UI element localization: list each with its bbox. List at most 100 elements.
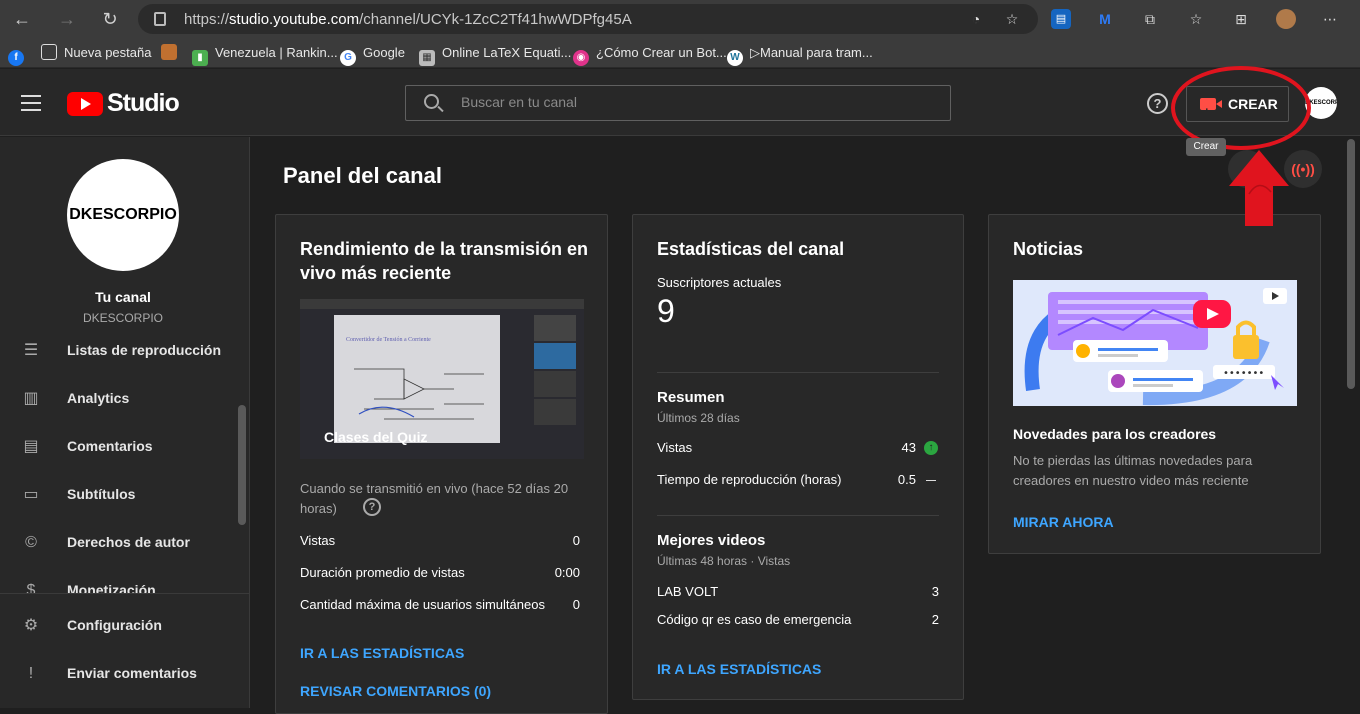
divider: [657, 515, 939, 516]
live-views-label: Vistas: [300, 533, 336, 548]
live-views-value: 0: [572, 533, 580, 548]
monetization-icon: $: [26, 582, 36, 593]
channel-stats-card: Estadísticas del canal Suscriptores actu…: [632, 214, 964, 700]
thumbnail-doc-title: Convertidor de Tensión a Corriente: [346, 337, 431, 343]
summary-views-label: Vistas: [657, 440, 693, 455]
sidebar-item-playlists[interactable]: ☰ Listas de reproducción: [0, 329, 235, 373]
live-card-title: Rendimiento de la transmisión en vivo má…: [300, 239, 589, 283]
address-bar[interactable]: https://studio.youtube.com/channel/UCYk-…: [138, 4, 1038, 34]
news-thumbnail[interactable]: •••••••: [1013, 280, 1297, 406]
more-icon[interactable]: ⋯: [1320, 9, 1340, 29]
latex-icon: ▦: [419, 50, 435, 66]
bookmark-google[interactable]: G Google: [340, 44, 405, 66]
live-peak-viewers-value: 0: [572, 597, 580, 612]
create-tooltip: Crear: [1186, 138, 1226, 156]
help-icon[interactable]: ?: [1147, 93, 1168, 114]
address-url[interactable]: https://studio.youtube.com/channel/UCYk-…: [184, 11, 632, 28]
thumbnail-caption: Clases del Quiz: [324, 429, 428, 445]
live-avg-duration-value: 0:00: [554, 565, 580, 580]
add-favorite-icon[interactable]: ☆: [1002, 9, 1022, 29]
help-icon[interactable]: ?: [363, 498, 381, 516]
sidebar-item-monetization[interactable]: $ Monetización: [0, 569, 235, 593]
summary-title: Resumen: [657, 389, 725, 406]
trend-up-icon: ↑: [924, 441, 938, 455]
stats-card-title: Estadísticas del canal: [657, 239, 845, 259]
favorites-icon[interactable]: ☆: [1186, 9, 1206, 29]
bookmark-item[interactable]: [161, 44, 184, 62]
bookmark-venezuela[interactable]: ▮ Venezuela | Rankin...: [192, 44, 338, 66]
sidebar-item-copyright[interactable]: © Derechos de autor: [0, 521, 235, 565]
your-channel-label: Tu canal: [95, 289, 151, 305]
sidebar-item-analytics[interactable]: ▥ Analytics: [0, 377, 235, 421]
main-scrollbar[interactable]: [1347, 139, 1355, 389]
summary-period: Últimos 28 días: [657, 411, 740, 425]
summary-views-value: 43: [901, 440, 916, 455]
channel-name: DKESCORPIO: [82, 311, 163, 325]
channel-avatar[interactable]: DKESCORPIO: [67, 159, 179, 271]
live-avg-duration-label: Duración promedio de vistas: [300, 565, 465, 580]
page-icon: [41, 44, 57, 60]
bookmark-icon: [161, 44, 177, 60]
menu-icon[interactable]: [21, 95, 41, 111]
search-input[interactable]: [461, 94, 931, 110]
forward-icon[interactable]: →: [55, 7, 79, 31]
watch-time-label: Tiempo de reproducción (horas): [657, 472, 842, 487]
sidebar-scrollbar[interactable]: [238, 405, 246, 525]
back-icon[interactable]: ←: [10, 7, 34, 31]
extension-icon[interactable]: ▤: [1051, 9, 1071, 29]
sidebar-divider: [0, 593, 250, 594]
go-to-analytics-link[interactable]: IR A LAS ESTADÍSTICAS: [657, 661, 821, 677]
sidebar-item-comments[interactable]: ▤ Comentarios: [0, 425, 235, 469]
bookmark-facebook[interactable]: f: [8, 44, 31, 66]
annotation-arrow-icon: [1229, 150, 1289, 226]
watch-now-link[interactable]: MIRAR AHORA: [1013, 514, 1114, 530]
tracking-prevention-icon[interactable]: ◔: [966, 9, 986, 29]
bot-icon: ◉: [573, 50, 589, 66]
extensions-icon[interactable]: ⧉: [1140, 9, 1160, 29]
copyright-icon: ©: [25, 534, 37, 551]
news-headline: Novedades para los creadores: [1013, 426, 1217, 442]
lock-icon: [154, 12, 166, 26]
go-to-analytics-link[interactable]: IR A LAS ESTADÍSTICAS: [300, 645, 464, 661]
streamed-time-text: Cuando se transmitió en vivo (hace 52 dí…: [300, 481, 569, 516]
sidebar-item-feedback[interactable]: ! Enviar comentarios: [0, 652, 235, 696]
collections-icon[interactable]: ⊞: [1231, 9, 1251, 29]
top-video-views: 2: [931, 612, 939, 627]
bookmark-new-tab[interactable]: Nueva pestaña: [41, 44, 151, 62]
wordpress-icon: W: [727, 50, 743, 66]
top-video-views: 3: [931, 584, 939, 599]
extension-m-icon[interactable]: M: [1095, 9, 1115, 29]
sidebar-item-subtitles[interactable]: ▭ Subtítulos: [0, 473, 235, 517]
trend-flat-icon: [926, 480, 936, 481]
search-icon[interactable]: [424, 94, 439, 109]
browser-toolbar: ← → ↻ https://studio.youtube.com/channel…: [0, 0, 1360, 38]
bookmark-latex[interactable]: ▦ Online LaTeX Equati...: [419, 44, 571, 66]
subscribers-value: 9: [657, 293, 675, 329]
profile-avatar-icon[interactable]: [1276, 9, 1296, 29]
settings-icon: ⚙: [23, 617, 39, 634]
bookmark-manual[interactable]: W ▷Manual para tram...: [727, 44, 873, 66]
sidebar-item-settings[interactable]: ⚙ Configuración: [0, 604, 235, 648]
live-performance-card: Rendimiento de la transmisión en vivo má…: [275, 214, 608, 714]
news-card: Noticias ••••••• Novedades para los crea…: [988, 214, 1321, 554]
studio-header: Studio ? CREAR DKESCORPIO: [0, 69, 1360, 136]
comments-icon: ▤: [23, 438, 39, 455]
playlist-icon: ☰: [23, 342, 39, 359]
news-body: No te pierdas las últimas novedades para…: [1013, 453, 1253, 488]
reload-icon[interactable]: ↻: [98, 7, 122, 31]
search-box[interactable]: [405, 85, 951, 121]
top-video-title[interactable]: Código qr es caso de emergencia: [657, 612, 851, 627]
studio-logo-text[interactable]: Studio: [107, 89, 180, 118]
live-thumbnail[interactable]: Convertidor de Tensión a Corriente Clase…: [300, 299, 584, 459]
youtube-logo-icon[interactable]: [67, 92, 103, 116]
news-card-title: Noticias: [1013, 239, 1084, 259]
svg-text:•••••••: •••••••: [1223, 368, 1264, 379]
main-content: Panel del canal Rendimiento de la transm…: [251, 137, 1360, 714]
review-comments-link[interactable]: REVISAR COMENTARIOS (0): [300, 683, 491, 699]
bookmark-bot[interactable]: ◉ ¿Cómo Crear un Bot...: [573, 44, 727, 66]
subscribers-label: Suscriptores actuales: [657, 275, 782, 290]
divider: [657, 372, 939, 373]
subtitles-icon: ▭: [23, 486, 39, 503]
sidebar: DKESCORPIO Tu canal DKESCORPIO ☰ Listas …: [0, 137, 250, 708]
top-video-title[interactable]: LAB VOLT: [657, 584, 718, 599]
